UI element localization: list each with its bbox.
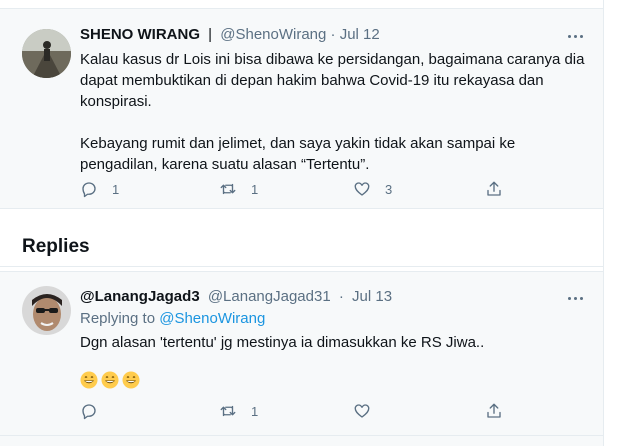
share-icon — [487, 181, 501, 196]
replying-prefix: Replying to — [80, 310, 156, 327]
tweet-paragraph-2: Kebayang rumit dan jelimet, dan saya yak… — [80, 135, 516, 173]
like-button[interactable]: 3 — [353, 179, 392, 199]
avatar[interactable] — [22, 29, 71, 78]
share-button[interactable] — [485, 179, 503, 199]
more-options-icon[interactable] — [566, 289, 586, 309]
reply-button[interactable]: 1 — [80, 179, 119, 199]
tweet-date[interactable]: Jul 12 — [340, 26, 380, 43]
replying-to-handle[interactable]: @ShenoWirang — [159, 310, 265, 327]
profile-photo-icon — [22, 29, 71, 78]
heart-icon — [354, 182, 370, 196]
column-divider — [603, 0, 604, 446]
author-name[interactable]: @LanangJagad3 — [80, 288, 200, 305]
grinning-face-icon — [80, 371, 98, 389]
tweet-header: SHENO WIRANG | @ShenoWirang · Jul 12 — [80, 26, 380, 43]
more-options-icon[interactable] — [566, 27, 586, 47]
retweet-icon — [220, 183, 236, 195]
divider — [0, 266, 603, 267]
author-handle[interactable]: @ShenoWirang — [220, 26, 326, 43]
author-name[interactable]: SHENO WIRANG — [80, 26, 200, 43]
dot-separator: · — [338, 288, 344, 305]
retweet-count: 1 — [251, 403, 259, 419]
main-tweet[interactable]: SHENO WIRANG | @ShenoWirang · Jul 12 Kal… — [0, 8, 603, 209]
author-handle[interactable]: @LanangJagad31 — [208, 288, 331, 305]
reply-count: 1 — [112, 181, 120, 197]
replies-heading: Replies — [22, 236, 90, 257]
tweet-actions: 1 — [80, 401, 600, 421]
dot-separator: · — [330, 26, 336, 43]
name-separator: | — [208, 26, 213, 43]
replying-to: Replying to @ShenoWirang — [80, 310, 265, 327]
grinning-face-icon — [101, 371, 119, 389]
tweet-actions: 1 1 3 — [80, 179, 600, 199]
share-button[interactable] — [485, 401, 503, 421]
reply-button[interactable] — [80, 401, 112, 421]
tweet-paragraph-1: Kalau kasus dr Lois ini bisa dibawa ke p… — [80, 51, 585, 110]
avatar[interactable] — [22, 286, 71, 335]
like-button[interactable] — [353, 401, 385, 421]
retweet-count: 1 — [251, 181, 259, 197]
next-tweet-edge — [0, 436, 603, 446]
grinning-face-icon — [122, 371, 140, 389]
retweet-button[interactable]: 1 — [219, 179, 258, 199]
tweet-date[interactable]: Jul 13 — [352, 288, 392, 305]
reply-icon — [82, 182, 96, 198]
reply-tweet[interactable]: @LanangJagad3 @LanangJagad31 · Jul 13 Re… — [0, 271, 603, 436]
reply-icon — [82, 404, 96, 420]
retweet-button[interactable]: 1 — [219, 401, 258, 421]
retweet-icon — [220, 405, 236, 417]
profile-photo-icon — [22, 286, 71, 335]
heart-icon — [354, 404, 370, 418]
share-icon — [487, 403, 501, 418]
tweet-header: @LanangJagad3 @LanangJagad31 · Jul 13 — [80, 288, 392, 305]
reply-text: Dgn alasan 'tertentu' jg mestinya ia dim… — [80, 334, 485, 351]
like-count: 3 — [385, 181, 393, 197]
emoji-row — [80, 371, 140, 389]
